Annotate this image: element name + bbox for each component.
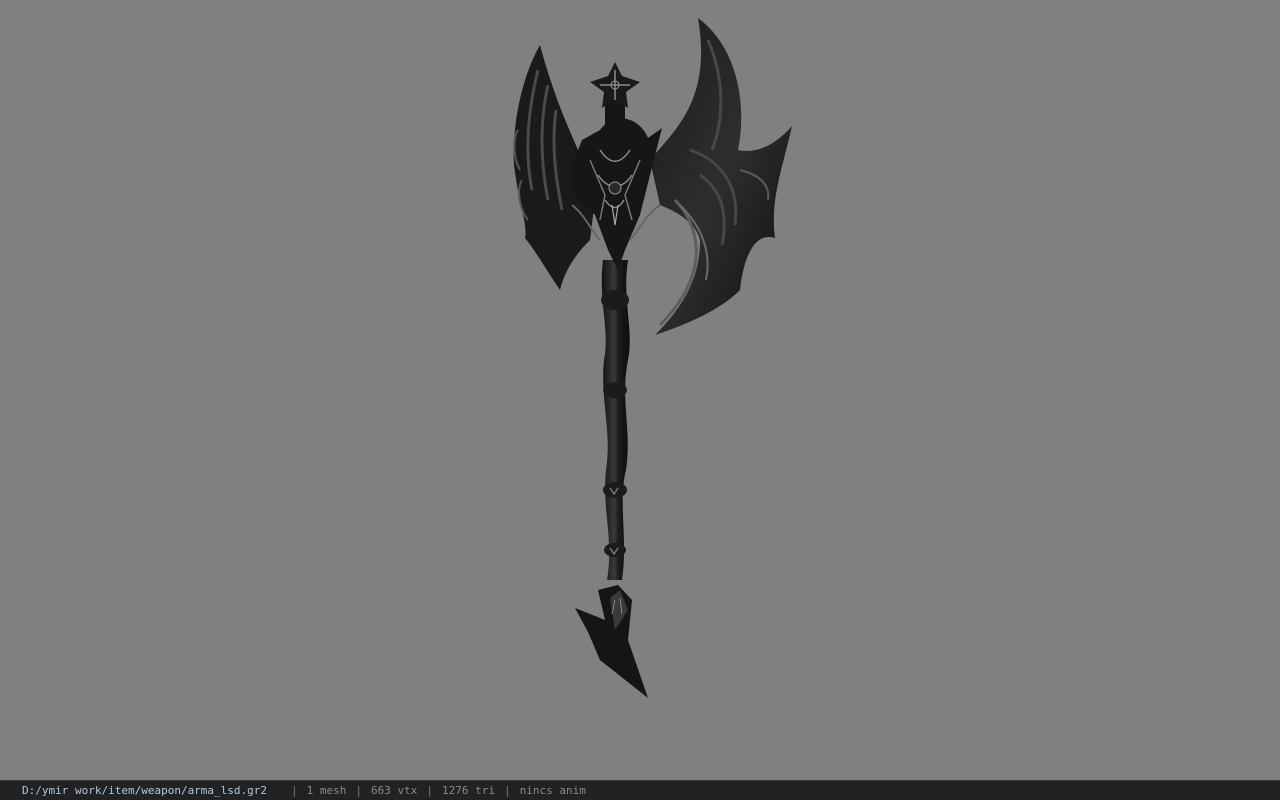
status-vertex-count: 663 vtx [371, 784, 418, 797]
axe-model [513, 18, 792, 698]
status-animation: nincs anim [519, 784, 586, 797]
axe-handle [601, 260, 630, 580]
status-separator: | [291, 784, 298, 797]
status-separator: | [426, 784, 434, 797]
status-separator: | [355, 784, 363, 797]
status-bar: D:/ymir work/item/weapon/arma_lsd.gr2 | … [0, 780, 1280, 800]
status-mesh-count: 1 mesh [306, 784, 347, 797]
status-file-path: D:/ymir work/item/weapon/arma_lsd.gr2 [22, 784, 268, 797]
model-viewport[interactable] [0, 0, 1280, 780]
axe-pommel [575, 585, 648, 698]
axe-head-ornament [570, 118, 662, 271]
status-separator: | [504, 784, 511, 797]
status-triangle-count: 1276 tri [442, 784, 496, 797]
axe-blade-right [650, 18, 792, 335]
